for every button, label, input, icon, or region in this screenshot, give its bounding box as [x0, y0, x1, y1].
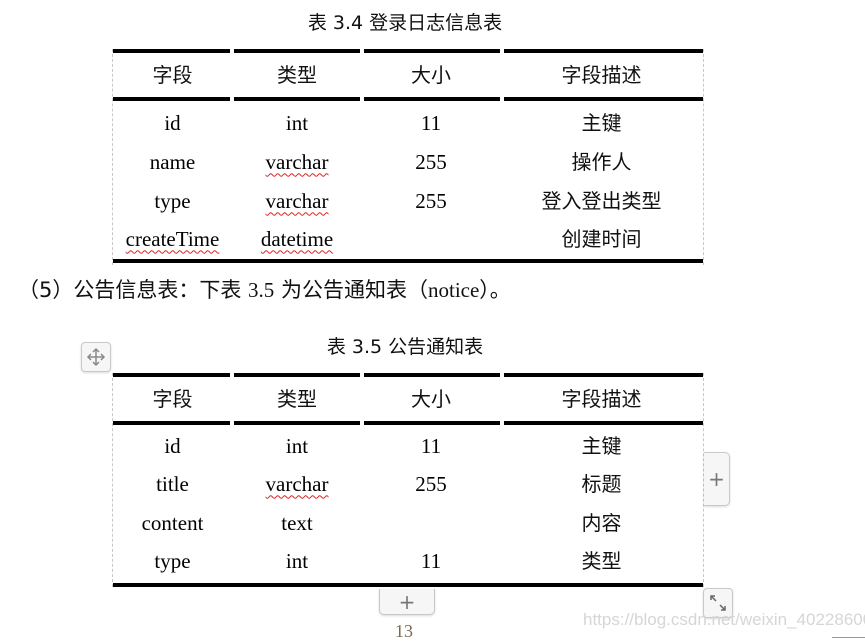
cell-size[interactable]: 255 [362, 473, 500, 495]
table1-caption: 表 3.4 登录日志信息表 [307, 12, 503, 34]
page-number: 13 [395, 621, 413, 641]
cell-type[interactable]: varchar [266, 189, 329, 213]
login-log-table: 字段 类型 大小 字段描述 id int 11 主键 name varchar … [112, 49, 704, 265]
cell-type[interactable]: datetime [261, 227, 333, 251]
cell-desc[interactable]: 创建时间 [500, 229, 703, 249]
cell-field[interactable]: content [113, 512, 232, 534]
cell-desc[interactable]: 内容 [500, 513, 703, 533]
table2-caption: 表 3.5 公告通知表 [326, 336, 484, 358]
add-column-button[interactable]: + [704, 452, 730, 506]
cell-desc[interactable]: 登入登出类型 [500, 191, 703, 211]
cell-field[interactable]: id [113, 435, 232, 457]
table-header-row: 字段 类型 大小 字段描述 [113, 53, 703, 97]
header-cell[interactable]: 字段描述 [500, 389, 703, 409]
cell-desc[interactable]: 类型 [500, 551, 703, 571]
cell-size[interactable]: 255 [362, 190, 500, 212]
table-header-row: 字段 类型 大小 字段描述 [113, 377, 703, 421]
cell-size[interactable]: 11 [362, 112, 500, 134]
paragraph-prefix: （5）公告信息表：下表 [18, 278, 249, 302]
body-paragraph[interactable]: （5）公告信息表：下表 3.5 为公告通知表（notice）。 [18, 274, 511, 304]
page-corner-mark [832, 637, 865, 638]
table-header-rule [113, 421, 703, 425]
table-bottom-rule [113, 259, 703, 263]
table-row: title varchar 255 标题 [113, 468, 703, 500]
plus-icon: + [398, 589, 416, 614]
add-row-button[interactable]: + [379, 589, 435, 615]
paragraph-number: 3.5 [248, 278, 275, 302]
table-row: type int 11 类型 [113, 545, 703, 577]
cell-field[interactable]: name [113, 151, 232, 173]
cell-type[interactable]: int [232, 112, 362, 134]
cell-field[interactable]: type [113, 190, 232, 212]
cell-desc[interactable]: 主键 [500, 436, 703, 456]
table-row: name varchar 255 操作人 [113, 146, 703, 178]
cell-desc[interactable]: 操作人 [500, 152, 703, 172]
cell-field[interactable]: createTime [126, 227, 220, 251]
cell-desc[interactable]: 标题 [500, 474, 703, 494]
header-cell[interactable]: 类型 [232, 389, 362, 409]
cell-size[interactable]: 11 [362, 550, 500, 572]
cell-size[interactable]: 255 [362, 151, 500, 173]
header-cell[interactable]: 类型 [232, 65, 362, 85]
paragraph-suffix: ）。 [479, 278, 511, 302]
header-cell[interactable]: 字段 [113, 65, 232, 85]
header-cell[interactable]: 大小 [362, 65, 500, 85]
cell-field[interactable]: title [113, 473, 232, 495]
paragraph-middle: 为公告通知表（ [274, 278, 428, 302]
header-cell[interactable]: 字段 [113, 389, 232, 409]
table-bottom-rule [113, 583, 703, 587]
cell-type[interactable]: int [232, 435, 362, 457]
notice-table: 字段 类型 大小 字段描述 id int 11 主键 title varchar… [112, 373, 704, 587]
cell-field[interactable]: id [113, 112, 232, 134]
header-cell[interactable]: 字段描述 [500, 65, 703, 85]
cell-type[interactable]: varchar [266, 472, 329, 496]
cell-type[interactable]: int [232, 550, 362, 572]
table-row: id int 11 主键 [113, 107, 703, 139]
cell-type[interactable]: text [232, 512, 362, 534]
table-header-rule [113, 97, 703, 101]
plus-icon: + [708, 467, 725, 491]
cell-type[interactable]: varchar [266, 150, 329, 174]
table-row: createTime datetime 创建时间 [113, 223, 703, 255]
cell-desc[interactable]: 主键 [500, 113, 703, 133]
header-cell[interactable]: 大小 [362, 389, 500, 409]
cell-field[interactable]: type [113, 550, 232, 572]
table-row: type varchar 255 登入登出类型 [113, 185, 703, 217]
cell-size[interactable]: 11 [362, 435, 500, 457]
watermark: https://blog.csdn.net/weixin_40228600 [583, 610, 865, 629]
table-row: id int 11 主键 [113, 430, 703, 462]
paragraph-tablename: notice [427, 278, 480, 302]
table-row: content text 内容 [113, 507, 703, 539]
